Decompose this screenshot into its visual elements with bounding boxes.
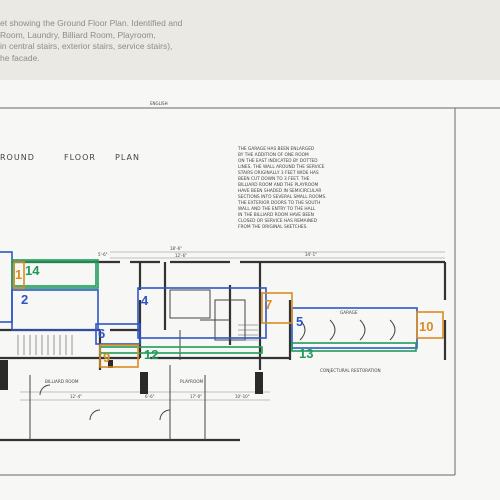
- note-line: CLOSED OR SERVICE HAS REMAINED: [238, 218, 318, 224]
- caption-line: he facade.: [0, 52, 40, 63]
- dim-label: 6'-6": [145, 394, 155, 399]
- caption-line: et showing the Ground Floor Plan. Identi…: [0, 18, 183, 28]
- marker-5-label: 5: [296, 314, 303, 329]
- note-line: THE GARAGE HAS BEEN ENLARGED: [237, 146, 315, 152]
- dim-label: 12'-6": [175, 253, 187, 258]
- note-line: BY THE ADDITION OF ONE ROOM: [238, 152, 309, 158]
- dim-label: 34'-1": [305, 252, 317, 257]
- marker-6-label: 6: [98, 326, 105, 341]
- marker-9-label: 9: [103, 350, 110, 365]
- region-outlines: [0, 251, 444, 368]
- columns: [0, 360, 263, 394]
- title-plan: PLAN: [115, 153, 140, 162]
- dim-label: 5'-6": [98, 252, 108, 257]
- note-line: IN THE BILLIARD ROOM HAVE BEEN: [238, 212, 314, 218]
- caption-line: Room, Laundry, Billiard Room, Playroom,: [0, 29, 156, 40]
- note-line: LINES. THE WALL AROUND THE SERVICE: [238, 164, 325, 170]
- caption: et showing the Ground Floor Plan. Identi…: [0, 18, 500, 64]
- note-line: BILLIARD ROOM AND THE PLAYROOM: [238, 182, 319, 188]
- marker-7-label: 7: [265, 297, 272, 312]
- floor-plan-drawing: ENGLISH ROUND FLOOR PLAN THE GARAGE HAS …: [0, 101, 500, 476]
- notes-block: THE GARAGE HAS BEEN ENLARGED BY THE ADDI…: [237, 146, 327, 230]
- dim-label: 10'-10": [235, 394, 250, 399]
- note-line: WALL AND THE ENTRY TO THE HALL: [238, 206, 316, 212]
- top-label: ENGLISH: [150, 101, 168, 106]
- note-line: THE EXTERIOR DOORS TO THE SOUTH: [237, 200, 320, 206]
- note-line: FROM THE ORIGINAL SKETCHES.: [238, 224, 308, 230]
- note-line: ON THE EAST INDICATED BY DOTTED: [238, 158, 318, 164]
- marker-12-label: 12: [144, 347, 158, 362]
- dim-label: 17'-0": [190, 394, 202, 399]
- room-label-restoration: CONJECTURAL RESTORATION: [320, 368, 381, 373]
- room-label-playroom: PLAYROOM: [180, 379, 204, 384]
- note-line: STAIRS ORIGINALLY 3 FEET WIDE HAS: [238, 170, 319, 176]
- marker-14-label: 14: [25, 263, 40, 278]
- caption-line: in central stairs, exterior stairs, serv…: [0, 41, 173, 52]
- dim-label: 18'-6": [170, 246, 182, 251]
- marker-10-label: 10: [419, 319, 433, 334]
- title-ground: ROUND: [0, 153, 35, 162]
- room-label-billiard: BILLIARD ROOM: [45, 379, 79, 384]
- marker-1-label: 1: [15, 267, 22, 282]
- title-floor: FLOOR: [64, 153, 96, 162]
- dimension-lines: [20, 251, 445, 401]
- marker-4-label: 4: [141, 293, 149, 308]
- dim-label: 12'-4": [70, 394, 82, 399]
- marker-13-label: 13: [299, 346, 313, 361]
- floor-plan-sheet: ENGLISH ROUND FLOOR PLAN THE GARAGE HAS …: [0, 80, 500, 500]
- room-label-garage: GARAGE: [340, 310, 358, 315]
- note-line: HAVE BEEN SHADED IN SEMICIRCULAR: [238, 188, 321, 194]
- note-line: SECTIONS INTO SEVERAL SMALL ROOMS.: [238, 194, 327, 200]
- note-line: BEEN CUT DOWN TO 3 FEET. THE: [238, 176, 310, 182]
- marker-2-label: 2: [21, 292, 28, 307]
